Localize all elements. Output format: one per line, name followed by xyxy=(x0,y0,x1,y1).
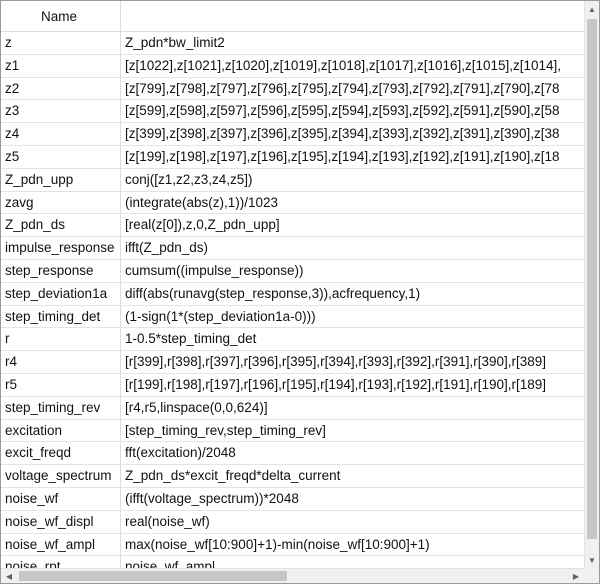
scroll-right-arrow-icon[interactable]: ▶ xyxy=(568,569,584,583)
table-row[interactable]: r4 [r[399],r[398],r[397],r[396],r[395],r[… xyxy=(1,351,584,374)
table-row[interactable]: step_response cumsum((impulse_response)) xyxy=(1,259,584,283)
vertical-scrollbar[interactable]: ▲ ▼ xyxy=(584,1,599,568)
expression-cell[interactable]: (integrate(abs(z),1))/1023 xyxy=(121,192,584,214)
variable-name-cell[interactable]: z2 xyxy=(1,77,121,100)
variable-name-cell[interactable]: z3 xyxy=(1,100,121,123)
expression-cell[interactable]: [z[1022],z[1021],z[1020],z[1019],z[1018]… xyxy=(121,55,584,77)
table-viewport: Name z Z_pdn*bw_limit2 z1 [z[1022],z[1021],… xyxy=(1,1,584,568)
expression-cell[interactable]: diff(abs(runavg(step_response,3)),acfreq… xyxy=(121,283,584,305)
table-row[interactable]: r5 [r[199],r[198],r[197],r[196],r[195],r[… xyxy=(1,373,584,397)
expression-cell[interactable]: [z[199],z[198],z[197],z[196],z[195],z[19… xyxy=(121,146,584,168)
expression-cell[interactable]: [real(z[0]),z,0,Z_pdn_upp] xyxy=(121,214,584,236)
variable-name-cell[interactable]: excitation xyxy=(1,419,121,442)
scrollbar-corner xyxy=(584,568,599,583)
variable-name-cell[interactable]: step_deviation1a xyxy=(1,282,121,305)
variable-name-cell[interactable]: Z_pdn_ds xyxy=(1,214,121,237)
table-row[interactable]: voltage_spectrum Z_pdn_ds*excit_freqd*del… xyxy=(1,465,584,488)
variable-name-cell[interactable]: noise_wf_ampl xyxy=(1,533,121,556)
variable-name-cell[interactable]: Z_pdn_upp xyxy=(1,168,121,191)
scroll-left-arrow-icon[interactable]: ◀ xyxy=(1,569,17,583)
table-row[interactable]: Z_pdn_ds [real(z[0]),z,0,Z_pdn_upp] xyxy=(1,214,584,238)
expression-cell[interactable]: Z_pdn*bw_limit2 xyxy=(121,32,584,54)
variable-name-cell[interactable]: zavg xyxy=(1,191,121,214)
scroll-down-arrow-icon[interactable]: ▼ xyxy=(585,552,599,568)
expression-cell[interactable]: noise_wf_ampl xyxy=(121,556,584,568)
variable-name-cell[interactable]: r xyxy=(1,328,121,351)
table-header: Name xyxy=(1,1,584,32)
table-row[interactable]: excit_freqd fft(excitation)/2048 xyxy=(1,442,584,466)
expression-cell[interactable]: [r[399],r[398],r[397],r[396],r[395],r[39… xyxy=(121,351,584,373)
horizontal-scrollbar[interactable]: ◀ ▶ xyxy=(1,568,584,583)
variables-table-window: Name z Z_pdn*bw_limit2 z1 [z[1022],z[1021],… xyxy=(0,0,600,584)
variable-name-cell[interactable]: z5 xyxy=(1,145,121,168)
table-row[interactable]: excitation [step_timing_rev,step_timing_r… xyxy=(1,419,584,443)
table-row[interactable]: noise_rpt noise_wf_ampl xyxy=(1,556,584,568)
expression-cell[interactable]: conj([z1,z2,z3,z4,z5]) xyxy=(121,169,584,191)
expression-cell[interactable]: fft(excitation)/2048 xyxy=(121,442,584,464)
scroll-up-arrow-icon[interactable]: ▲ xyxy=(585,1,599,17)
table-row[interactable]: z1 [z[1022],z[1021],z[1020],z[1019],z[101… xyxy=(1,54,584,78)
variable-name-cell[interactable]: z4 xyxy=(1,123,121,145)
expression-cell[interactable]: [z[799],z[798],z[797],z[796],z[795],z[79… xyxy=(121,78,584,100)
table-row[interactable]: zavg (integrate(abs(z),1))/1023 xyxy=(1,191,584,215)
expression-cell[interactable]: (ifft(voltage_spectrum))*2048 xyxy=(121,488,584,510)
variable-name-cell[interactable]: excit_freqd xyxy=(1,442,121,465)
table-row[interactable]: step_timing_det (1-sign(1*(step_deviation… xyxy=(1,305,584,329)
column-header-expression[interactable] xyxy=(121,1,584,31)
variable-name-cell[interactable]: noise_rpt xyxy=(1,556,121,568)
expression-cell[interactable]: cumsum((impulse_response)) xyxy=(121,260,584,282)
expression-cell[interactable]: [step_timing_rev,step_timing_rev] xyxy=(121,420,584,442)
column-header-name[interactable]: Name xyxy=(1,1,121,31)
variable-name-cell[interactable]: noise_wf_displ xyxy=(1,510,121,533)
expression-cell[interactable]: ifft(Z_pdn_ds) xyxy=(121,237,584,259)
table-row[interactable]: z4 [z[399],z[398],z[397],z[396],z[395],z[… xyxy=(1,123,584,146)
expression-cell[interactable]: max(noise_wf[10:900]+1)-min(noise_wf[10:… xyxy=(121,534,584,556)
expression-cell[interactable]: 1-0.5*step_timing_det xyxy=(121,328,584,350)
variable-name-cell[interactable]: voltage_spectrum xyxy=(1,465,121,487)
table-row[interactable]: impulse_response ifft(Z_pdn_ds) xyxy=(1,237,584,260)
variable-name-cell[interactable]: r4 xyxy=(1,351,121,373)
horizontal-scroll-thumb[interactable] xyxy=(19,571,287,581)
expression-cell[interactable]: (1-sign(1*(step_deviation1a-0))) xyxy=(121,306,584,328)
variable-name-cell[interactable]: step_response xyxy=(1,259,121,282)
variable-name-cell[interactable]: impulse_response xyxy=(1,237,121,259)
table-row[interactable]: noise_wf_displ real(noise_wf) xyxy=(1,510,584,534)
table-body: z Z_pdn*bw_limit2 z1 [z[1022],z[1021],z[102… xyxy=(1,32,584,568)
table-row[interactable]: z Z_pdn*bw_limit2 xyxy=(1,32,584,55)
variable-name-cell[interactable]: r5 xyxy=(1,373,121,396)
table-row[interactable]: Z_pdn_upp conj([z1,z2,z3,z4,z5]) xyxy=(1,168,584,192)
variable-name-cell[interactable]: z1 xyxy=(1,54,121,77)
table-row[interactable]: z2 [z[799],z[798],z[797],z[796],z[795],z[… xyxy=(1,77,584,101)
variable-name-cell[interactable]: noise_wf xyxy=(1,487,121,510)
table-row[interactable]: noise_wf_ampl max(noise_wf[10:900]+1)-min… xyxy=(1,533,584,557)
variable-name-cell[interactable]: step_timing_det xyxy=(1,305,121,328)
expression-cell[interactable]: [r4,r5,linspace(0,0,624)] xyxy=(121,397,584,419)
table-row[interactable]: r 1-0.5*step_timing_det xyxy=(1,328,584,352)
expression-cell[interactable]: Z_pdn_ds*excit_freqd*delta_current xyxy=(121,465,584,487)
variable-name-cell[interactable]: z xyxy=(1,32,121,54)
table-row[interactable]: noise_wf (ifft(voltage_spectrum))*2048 xyxy=(1,487,584,511)
table-row[interactable]: z5 [z[199],z[198],z[197],z[196],z[195],z[… xyxy=(1,145,584,169)
variable-name-cell[interactable]: step_timing_rev xyxy=(1,396,121,419)
expression-cell[interactable]: [z[399],z[398],z[397],z[396],z[395],z[39… xyxy=(121,123,584,145)
expression-cell[interactable]: real(noise_wf) xyxy=(121,511,584,533)
table-row[interactable]: z3 [z[599],z[598],z[597],z[596],z[595],z[… xyxy=(1,100,584,124)
vertical-scroll-thumb[interactable] xyxy=(587,19,597,539)
expression-cell[interactable]: [z[599],z[598],z[597],z[596],z[595],z[59… xyxy=(121,100,584,122)
expression-cell[interactable]: [r[199],r[198],r[197],r[196],r[195],r[19… xyxy=(121,374,584,396)
table-row[interactable]: step_timing_rev [r4,r5,linspace(0,0,624)] xyxy=(1,396,584,420)
table-row[interactable]: step_deviation1a diff(abs(runavg(step_res… xyxy=(1,282,584,306)
